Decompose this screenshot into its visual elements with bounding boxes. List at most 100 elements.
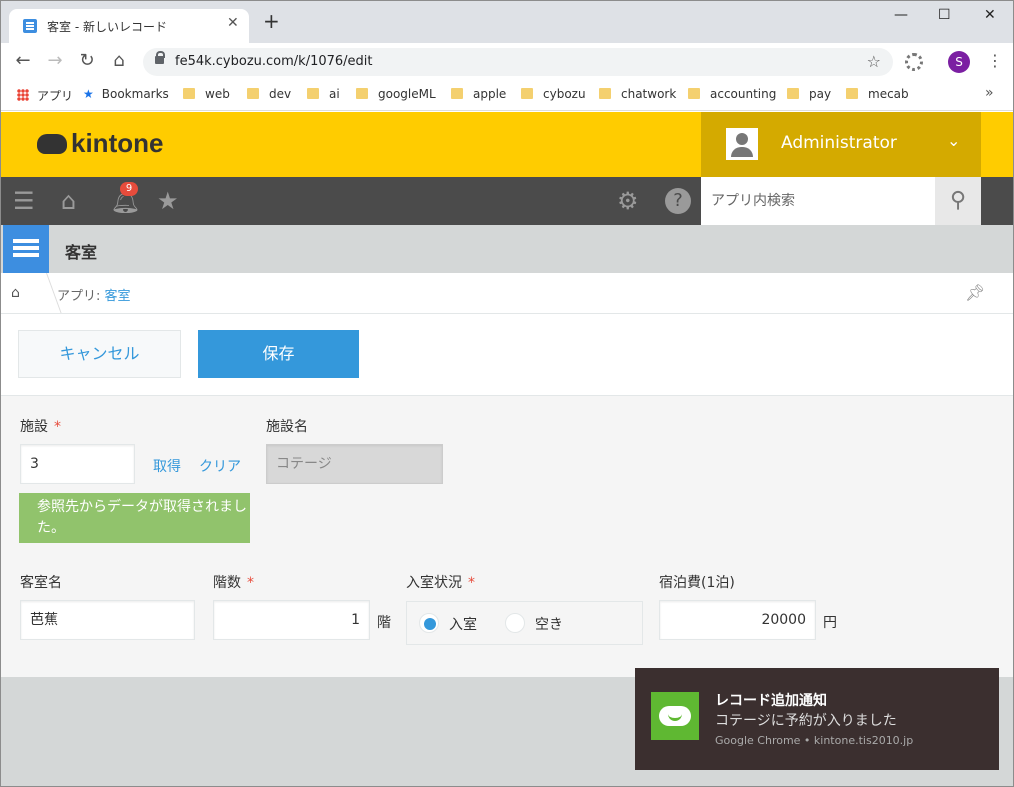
app-search-input[interactable] bbox=[701, 177, 935, 225]
settings-gear-icon[interactable]: ⚙ bbox=[617, 187, 639, 215]
browser-window: 客室 - 新しいレコード ✕ + — ☐ ✕ ← → ↻ ⌂ fe54k.cyb… bbox=[0, 0, 1014, 787]
bookmarks-bar: アプリ ★ Bookmarks web dev ai googleML apple… bbox=[1, 81, 1013, 111]
breadcrumb: ⌂ アプリ: 客室 📌︎ bbox=[1, 273, 1013, 314]
facility-name-label: 施設名 bbox=[266, 419, 308, 435]
folder-icon bbox=[247, 88, 259, 99]
star-icon: ★ bbox=[83, 87, 94, 101]
breadcrumb-home-icon[interactable]: ⌂ bbox=[11, 285, 20, 301]
bookmark-pay[interactable]: pay bbox=[787, 87, 831, 101]
app-title: 客室 bbox=[65, 243, 98, 262]
room-name-label: 客室名 bbox=[20, 575, 62, 591]
folder-icon bbox=[688, 88, 700, 99]
notification-source: Google Chrome • kintone.tis2010.jp bbox=[715, 734, 914, 747]
maximize-icon[interactable]: ☐ bbox=[938, 7, 951, 23]
hamburger-menu-icon[interactable]: ☰ bbox=[13, 187, 35, 215]
folder-icon bbox=[846, 88, 858, 99]
app-list-icon bbox=[23, 19, 37, 33]
portal-home-icon[interactable]: ⌂ bbox=[61, 187, 76, 215]
facility-input[interactable]: 3 bbox=[20, 444, 135, 484]
floor-label: 階数 * bbox=[213, 575, 254, 591]
url-text: fe54k.cybozu.com/k/1076/edit bbox=[175, 54, 373, 69]
breadcrumb-app-link[interactable]: 客室 bbox=[105, 289, 131, 304]
radio-label-checked-in[interactable]: 入室 bbox=[449, 614, 477, 634]
bookmark-dev[interactable]: dev bbox=[247, 87, 291, 101]
forward-icon[interactable]: → bbox=[43, 50, 67, 71]
fetch-link[interactable]: 取得 bbox=[153, 456, 181, 476]
browser-toolbar: ← → ↻ ⌂ fe54k.cybozu.com/k/1076/edit ☆ S… bbox=[1, 43, 1013, 81]
notification-body: コテージに予約が入りました bbox=[715, 713, 897, 729]
facility-label: 施設 * bbox=[20, 419, 61, 435]
minimize-icon[interactable]: — bbox=[894, 7, 908, 23]
status-radio-group: 入室 空き bbox=[406, 601, 643, 645]
breadcrumb-text: アプリ: 客室 bbox=[57, 289, 131, 304]
notification-badge: 9 bbox=[120, 182, 138, 196]
radio-vacant[interactable] bbox=[505, 613, 525, 633]
browser-tab[interactable]: 客室 - 新しいレコード ✕ bbox=[9, 9, 249, 43]
folder-icon bbox=[599, 88, 611, 99]
favorites-star-icon[interactable]: ★ bbox=[157, 187, 179, 215]
bookmark-accounting[interactable]: accounting bbox=[688, 87, 776, 101]
user-name: Administrator bbox=[781, 133, 897, 153]
cancel-button[interactable]: キャンセル bbox=[18, 330, 181, 378]
user-menu[interactable]: Administrator ⌄ bbox=[701, 112, 981, 177]
back-icon[interactable]: ← bbox=[11, 50, 35, 71]
close-tab-icon[interactable]: ✕ bbox=[227, 15, 239, 31]
folder-icon bbox=[307, 88, 319, 99]
bookmark-bookmarks[interactable]: ★ Bookmarks bbox=[83, 87, 169, 101]
desktop-notification[interactable]: レコード追加通知 コテージに予約が入りました Google Chrome • k… bbox=[635, 668, 999, 770]
radio-checked-in[interactable] bbox=[419, 613, 439, 633]
notification-title: レコード追加通知 bbox=[715, 693, 827, 709]
floor-input[interactable]: 1 bbox=[213, 600, 370, 640]
reload-icon[interactable]: ↻ bbox=[75, 50, 99, 71]
room-name-input[interactable]: 芭蕉 bbox=[20, 600, 195, 640]
action-bar: キャンセル 保存 bbox=[1, 314, 1013, 396]
cloud-logo-icon bbox=[37, 134, 67, 154]
lookup-notice: 参照先からデータが取得されました。 bbox=[19, 493, 250, 543]
bookmark-googleml[interactable]: googleML bbox=[356, 87, 436, 101]
profile-avatar[interactable]: S bbox=[948, 51, 970, 73]
title-bar: 客室 - 新しいレコード ✕ + — ☐ ✕ bbox=[1, 1, 1013, 43]
app-list-icon[interactable] bbox=[3, 225, 49, 273]
required-mark: * bbox=[468, 575, 475, 591]
bookmark-star-icon[interactable]: ☆ bbox=[867, 52, 881, 71]
facility-name-field: コテージ bbox=[266, 444, 443, 484]
folder-icon bbox=[787, 88, 799, 99]
bookmark-cybozu[interactable]: cybozu bbox=[521, 87, 586, 101]
bookmark-chatwork[interactable]: chatwork bbox=[599, 87, 676, 101]
save-button[interactable]: 保存 bbox=[198, 330, 359, 378]
kintone-notification-icon bbox=[651, 692, 699, 740]
radio-label-vacant[interactable]: 空き bbox=[535, 614, 563, 634]
bookmark-mecab[interactable]: mecab bbox=[846, 87, 909, 101]
fee-label: 宿泊費(1泊) bbox=[659, 575, 735, 591]
status-label: 入室状況 * bbox=[406, 575, 475, 591]
folder-icon bbox=[521, 88, 533, 99]
home-icon[interactable]: ⌂ bbox=[107, 50, 131, 71]
search-icon[interactable]: ⚲ bbox=[935, 177, 981, 225]
pin-icon[interactable]: 📌︎ bbox=[965, 283, 985, 302]
kintone-header: kintone Administrator ⌄ bbox=[1, 112, 1013, 177]
chevron-down-icon: ⌄ bbox=[947, 131, 961, 150]
new-tab-button[interactable]: + bbox=[263, 11, 280, 31]
bookmark-web[interactable]: web bbox=[183, 87, 230, 101]
user-avatar-icon bbox=[726, 128, 758, 160]
record-form: 施設 * 3 取得 クリア 施設名 コテージ 参照先からデータが取得されました。 … bbox=[1, 396, 1013, 677]
bookmark-apple[interactable]: apple bbox=[451, 87, 506, 101]
apps-grid-icon bbox=[17, 89, 29, 101]
bookmarks-overflow-icon[interactable]: » bbox=[985, 85, 994, 101]
close-window-icon[interactable]: ✕ bbox=[984, 7, 996, 23]
kintone-logo[interactable]: kintone bbox=[37, 128, 163, 159]
folder-icon bbox=[356, 88, 368, 99]
help-icon[interactable]: ? bbox=[665, 188, 691, 214]
extension-icon[interactable] bbox=[905, 53, 923, 71]
clear-link[interactable]: クリア bbox=[199, 456, 241, 476]
folder-icon bbox=[183, 88, 195, 99]
browser-menu-icon[interactable]: ⋮ bbox=[987, 51, 1003, 70]
fee-unit: 円 bbox=[823, 615, 837, 631]
address-bar[interactable]: fe54k.cybozu.com/k/1076/edit ☆ bbox=[143, 48, 893, 76]
bookmark-ai[interactable]: ai bbox=[307, 87, 340, 101]
tab-title: 客室 - 新しいレコード bbox=[47, 20, 167, 34]
bookmark-apps[interactable]: アプリ bbox=[17, 87, 73, 104]
fee-input[interactable]: 20000 bbox=[659, 600, 816, 640]
floor-unit: 階 bbox=[377, 615, 391, 631]
lock-icon bbox=[155, 51, 165, 64]
